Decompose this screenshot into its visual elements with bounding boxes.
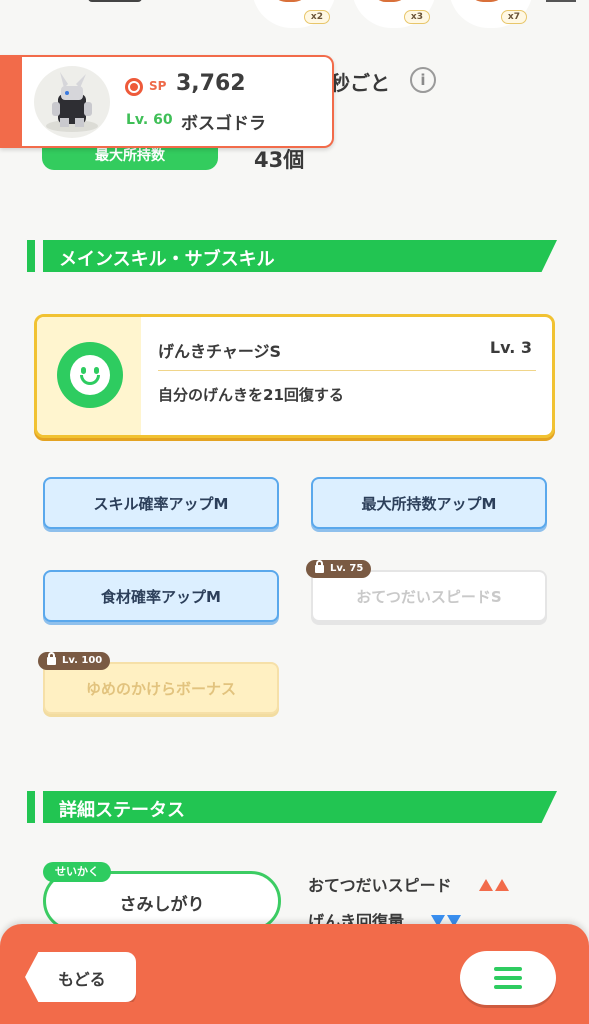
pokemon-summary-card[interactable]: SP 3,762 Lv. 60 ボスゴドラ — [0, 55, 334, 148]
max-carry-value: 43個 — [254, 148, 305, 172]
main-skill-name: げんきチャージS — [158, 342, 282, 361]
unlock-level: Lv. 100 — [62, 655, 103, 666]
ingredient-chip-2: x3 — [352, 0, 436, 28]
lock-icon — [315, 560, 324, 573]
main-skill-card[interactable]: げんきチャージS Lv. 3 自分のげんきを21回復する — [34, 314, 555, 438]
subskill-button-1[interactable]: スキル確率アップM — [43, 477, 279, 529]
menu-button[interactable] — [460, 951, 556, 1005]
ingredient-icon — [272, 0, 308, 2]
ingredient-icon — [372, 0, 408, 2]
pokemon-level: Lv. 60 — [126, 112, 173, 128]
ingredient-count: x3 — [403, 10, 430, 24]
back-button[interactable]: もどる — [25, 952, 136, 1002]
back-button-label: もどる — [58, 970, 106, 989]
nature-tag: せいかく — [43, 862, 111, 882]
ingredient-count: x7 — [500, 10, 527, 24]
section-title: 詳細ステータス — [59, 800, 185, 821]
hamburger-menu-icon — [494, 985, 522, 989]
ingredient-strip: x2 x3 x7 — [0, 0, 589, 40]
pokemon-name: ボスゴドラ — [181, 114, 266, 134]
nature-effect-up: おてつだいスピード — [308, 872, 509, 896]
top-right-fragment — [546, 0, 576, 4]
lock-icon — [47, 652, 56, 665]
ingredient-count: x2 — [303, 10, 330, 24]
banner-accent — [27, 240, 35, 272]
main-skill-icon-area — [37, 317, 141, 435]
pokemon-sprite — [34, 66, 110, 138]
max-carry-label: 最大所持数 — [42, 146, 218, 170]
help-interval-text: 秒ごと — [330, 71, 390, 95]
bottom-navigation-bar: もどる — [0, 924, 589, 1024]
card-accent-tab — [0, 57, 22, 146]
info-icon[interactable]: i — [410, 67, 436, 93]
arrow-up-icon — [494, 879, 509, 891]
sp-value: 3,762 — [176, 71, 246, 96]
sp-icon — [125, 78, 143, 96]
nature-value: さみしがり — [119, 895, 205, 915]
subskill-button-2[interactable]: 最大所持数アップM — [311, 477, 547, 529]
subskill-lock-badge-5: Lv. 100 — [38, 652, 111, 670]
section-title: メインスキル・サブスキル — [59, 249, 275, 270]
arrow-up-icon — [478, 879, 493, 891]
ingredient-icon — [469, 0, 505, 2]
ingredient-chip-3: x7 — [449, 0, 533, 28]
subskill-lock-badge-4: Lv. 75 — [306, 560, 372, 578]
divider — [158, 370, 536, 371]
hamburger-menu-icon — [494, 976, 522, 980]
sp-label: SP — [149, 79, 167, 93]
section-header-details: 詳細ステータス — [27, 791, 557, 823]
unlock-level: Lv. 75 — [330, 563, 364, 574]
main-skill-level: Lv. 3 — [489, 338, 532, 357]
ingredient-chip-1: x2 — [252, 0, 336, 28]
top-left-fragment — [88, 0, 142, 2]
subskill-button-3[interactable]: 食材確率アップM — [43, 570, 279, 622]
banner-accent — [27, 791, 35, 823]
section-header-skills: メインスキル・サブスキル — [27, 240, 557, 272]
hamburger-menu-icon — [494, 967, 522, 971]
energy-smile-icon — [57, 342, 123, 408]
nature-effect-label: おてつだいスピード — [308, 876, 452, 895]
main-skill-description: 自分のげんきを21回復する — [158, 386, 344, 404]
